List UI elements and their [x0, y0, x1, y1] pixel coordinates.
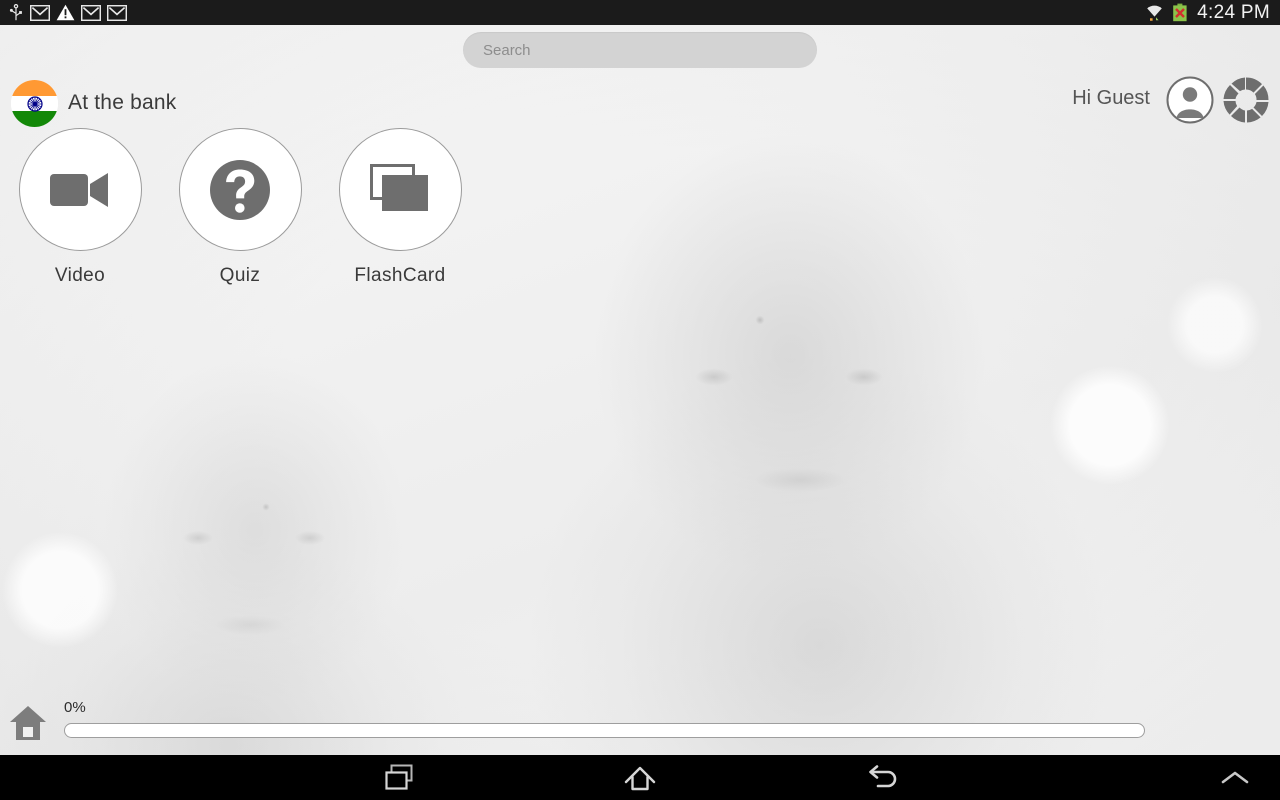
- main-content: At the bank Hi Guest: [0, 25, 1280, 755]
- usb-icon: [9, 3, 22, 20]
- ashoka-chakra-icon: [26, 95, 43, 112]
- battery-error-icon: [1173, 3, 1187, 22]
- tile-quiz[interactable]: Quiz: [160, 128, 320, 287]
- tile-flashcard[interactable]: FlashCard: [320, 128, 480, 287]
- android-nav-bar: [0, 755, 1280, 800]
- gmail-icon: [107, 4, 127, 21]
- warning-icon: [56, 4, 75, 21]
- status-bar-notification-icons: [0, 3, 127, 22]
- back-arrow-icon: [869, 764, 897, 787]
- activity-tiles: Video Quiz FlashCard: [0, 128, 480, 287]
- progress-track[interactable]: [64, 723, 1145, 738]
- settings-wheel-icon: [1223, 77, 1269, 123]
- wifi-icon: [1147, 5, 1162, 21]
- video-camera-icon: [50, 172, 108, 207]
- search-input[interactable]: [463, 32, 817, 68]
- gmail-icon: [81, 4, 101, 21]
- tile-flashcard-circle: [338, 128, 462, 251]
- recents-icon: [385, 764, 413, 790]
- tile-flashcard-label: FlashCard: [354, 265, 446, 286]
- nav-home-button[interactable]: [605, 755, 675, 800]
- user-greeting: Hi Guest: [1072, 87, 1150, 109]
- home-outline-icon: [624, 766, 656, 790]
- page-title: At the bank: [68, 91, 177, 114]
- tile-quiz-circle: [178, 128, 302, 251]
- settings-button[interactable]: [1222, 76, 1270, 124]
- india-flag-icon: [11, 80, 58, 127]
- progress-percent-label: 0%: [64, 699, 86, 716]
- progress-bar-row: 0%: [0, 693, 1280, 755]
- android-status-bar: 4:24 PM: [0, 0, 1280, 25]
- nav-expand-button[interactable]: [1200, 755, 1270, 800]
- tile-video-label: Video: [54, 265, 106, 286]
- user-avatar-icon: [1166, 76, 1214, 124]
- status-bar-clock: 4:24 PM: [1197, 2, 1270, 23]
- status-bar-system-icons: 4:24 PM: [1144, 3, 1280, 22]
- search-container: [463, 32, 817, 68]
- gmail-icon: [30, 4, 50, 21]
- app-root: 4:24 PM Search At the bank Hi Guest Vide…: [0, 0, 1280, 800]
- nav-recents-button[interactable]: [365, 755, 435, 800]
- question-mark-icon: [210, 159, 270, 220]
- user-avatar-button[interactable]: [1166, 76, 1214, 124]
- tile-video[interactable]: Video: [0, 128, 160, 287]
- stacked-cards-icon: [370, 163, 428, 211]
- nav-back-button[interactable]: [847, 755, 917, 800]
- home-button[interactable]: [8, 703, 48, 743]
- tile-video-circle: [18, 128, 142, 251]
- chevron-up-icon: [1221, 771, 1249, 783]
- tile-quiz-label: Quiz: [219, 265, 261, 286]
- home-icon: [10, 706, 46, 740]
